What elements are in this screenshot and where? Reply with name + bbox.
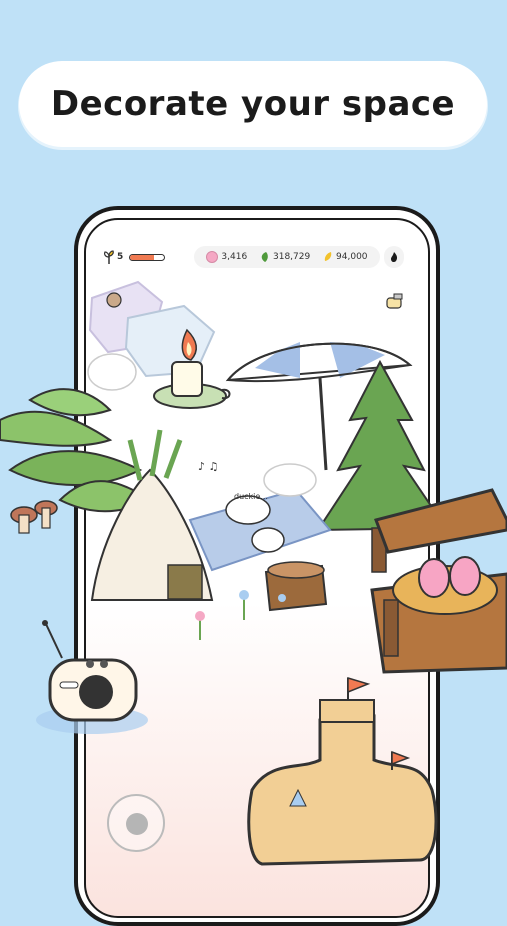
mushrooms — [10, 500, 58, 534]
player-name-tag: duckie... — [234, 492, 268, 501]
music-notes: ♪ ♫ — [198, 460, 218, 473]
sandcastle[interactable] — [247, 676, 438, 866]
tree-stump[interactable] — [264, 561, 328, 612]
picnic-blanket[interactable] — [188, 463, 332, 572]
tent[interactable] — [90, 429, 214, 601]
potted-plant[interactable] — [0, 388, 152, 513]
svg-text:♪ ♫: ♪ ♫ — [198, 460, 218, 473]
decor-scene: ♪ ♫ — [0, 280, 507, 866]
treasure-chest[interactable] — [370, 488, 507, 674]
radio[interactable] — [36, 620, 148, 734]
